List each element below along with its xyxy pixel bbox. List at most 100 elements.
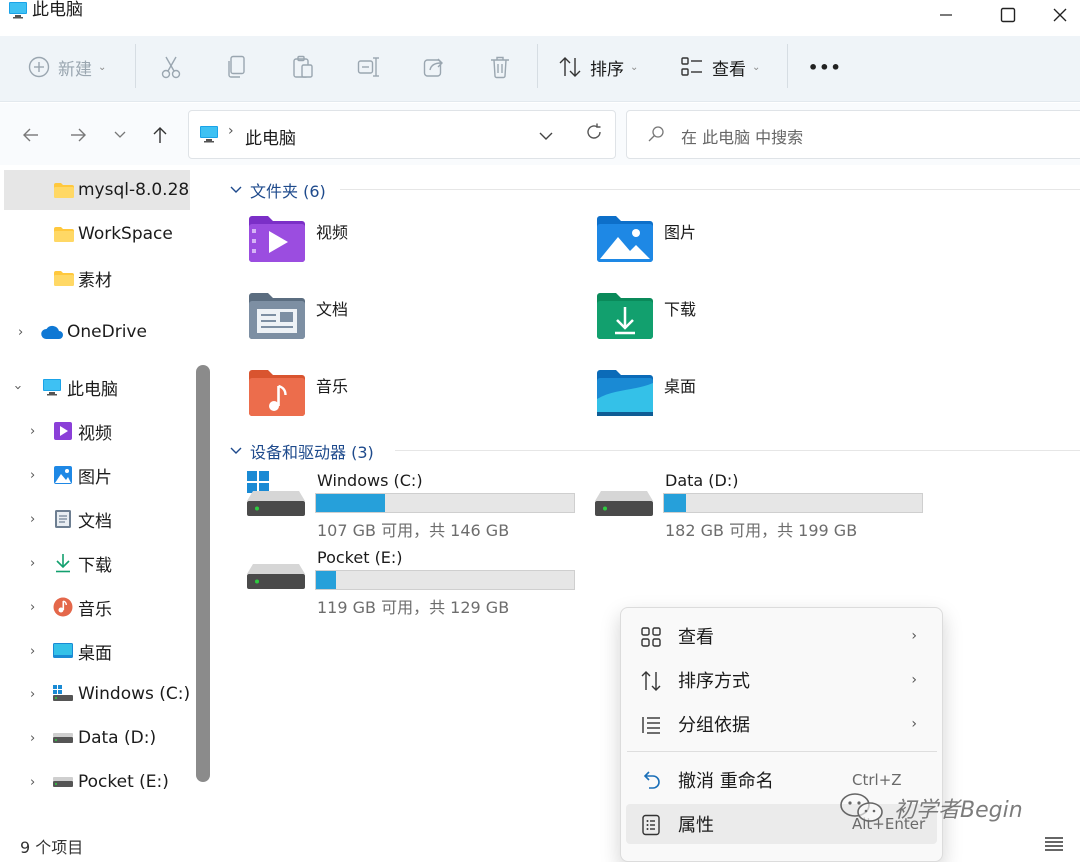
chevron-right-icon[interactable]: › (30, 424, 35, 439)
drive-icon (595, 491, 653, 516)
details-view-button[interactable] (1044, 834, 1064, 857)
sidebar-item-videos[interactable]: › 视频 (0, 411, 192, 451)
drive-usage-fill (664, 494, 686, 512)
chevron-right-icon[interactable]: › (30, 512, 35, 527)
paste-button[interactable] (292, 36, 314, 98)
drives-section-header[interactable]: 设备和驱动器 (3) (230, 439, 1080, 463)
documents-folder-icon (249, 293, 305, 339)
sidebar-item-drive-c[interactable]: › Windows (C:) (0, 674, 192, 714)
folder-name: 桌面 (664, 377, 697, 396)
folder-tile-downloads[interactable]: 下载 (596, 292, 696, 340)
sort-icon (641, 671, 661, 691)
cut-button[interactable] (160, 36, 182, 98)
sidebar-item-drive-e[interactable]: › Pocket (E:) (0, 762, 192, 802)
onedrive-cloud-icon (41, 325, 63, 339)
address-bar[interactable]: › 此电脑 (188, 110, 616, 159)
sidebar-item-workspace[interactable]: WorkSpace (0, 214, 192, 254)
breadcrumb-this-pc[interactable]: 此电脑 (245, 124, 296, 149)
properties-icon (642, 814, 660, 836)
close-button[interactable] (1040, 0, 1080, 30)
folder-tile-music[interactable]: 音乐 (248, 369, 348, 417)
sidebar-item-downloads[interactable]: › 下载 (0, 543, 192, 583)
maximize-button[interactable] (978, 0, 1038, 30)
drive-space-info: 107 GB 可用，共 146 GB (317, 521, 510, 540)
folder-tile-videos[interactable]: 视频 (248, 215, 348, 263)
downloads-folder-icon (597, 293, 653, 339)
chevron-right-icon[interactable]: › (30, 600, 35, 615)
close-icon (1053, 8, 1067, 22)
window-title: 此电脑 (32, 0, 83, 20)
delete-button[interactable] (489, 36, 511, 98)
arrow-left-icon (23, 128, 38, 142)
this-pc-icon (8, 1, 28, 24)
sidebar-item-desktop[interactable]: › 桌面 (0, 631, 192, 671)
sidebar-item-pictures[interactable]: › 图片 (0, 455, 192, 495)
share-button[interactable] (423, 36, 445, 98)
chevron-right-icon[interactable]: › (30, 468, 35, 483)
chevron-right-icon[interactable]: › (18, 325, 23, 340)
desktop-folder-icon (597, 370, 653, 416)
navigation-pane: mysql-8.0.28-w WorkSpace 素材 › OneDrive ›… (0, 165, 214, 827)
folder-name: 图片 (664, 223, 697, 242)
chevron-right-icon[interactable]: › (30, 644, 35, 659)
drive-icon (247, 564, 305, 589)
clipboard-icon (293, 55, 313, 78)
chevron-right-icon[interactable]: › (30, 775, 35, 790)
folder-name: 下载 (664, 300, 697, 319)
this-pc-icon (43, 379, 61, 396)
refresh-icon (587, 123, 601, 139)
menu-item-sort-by[interactable]: 排序方式 › (626, 660, 937, 700)
item-count: 9 个项目 (20, 838, 84, 857)
folders-section-header[interactable]: 文件夹 (6) (230, 178, 1080, 202)
more-options-button[interactable]: ••• (808, 36, 842, 98)
menu-item-label: 查看 (678, 627, 714, 648)
chevron-down-icon (539, 132, 553, 140)
sidebar-item-materials[interactable]: 素材 (0, 258, 192, 298)
folder-name: 音乐 (316, 377, 349, 396)
drive-tile-c[interactable]: Windows (C:) 107 GB 可用，共 146 GB (247, 471, 577, 541)
new-button[interactable]: 新建 ⌄ (28, 36, 106, 98)
sidebar-item-this-pc[interactable]: › 此电脑 (0, 367, 192, 407)
rename-button[interactable] (357, 36, 381, 98)
sidebar-item-mysql[interactable]: mysql-8.0.28-w (4, 170, 190, 210)
back-button[interactable] (17, 121, 45, 149)
chevron-right-icon[interactable]: › (30, 731, 35, 746)
sidebar-item-label: OneDrive (67, 322, 147, 342)
sort-button[interactable]: 排序 ⌄ (558, 36, 638, 98)
chevron-down-icon[interactable]: › (10, 384, 25, 389)
sidebar-item-music[interactable]: › 音乐 (0, 587, 192, 627)
sidebar-item-drive-d[interactable]: › Data (D:) (0, 718, 192, 758)
drive-usage-bar (315, 570, 575, 590)
sidebar-item-label: 图片 (78, 467, 112, 488)
folder-tile-pictures[interactable]: 图片 (596, 215, 696, 263)
copy-icon (228, 55, 245, 78)
folder-tile-documents[interactable]: 文档 (248, 292, 348, 340)
sort-label: 排序 (590, 59, 624, 80)
up-button[interactable] (146, 121, 174, 149)
menu-item-view[interactable]: 查看 › (626, 616, 937, 656)
drive-tile-e[interactable]: Pocket (E:) 119 GB 可用，共 129 GB (247, 548, 577, 618)
chevron-right-icon[interactable]: › (30, 687, 35, 702)
drive-tile-d[interactable]: Data (D:) 182 GB 可用，共 199 GB (595, 471, 925, 541)
search-box[interactable]: 在 此电脑 中搜索 (626, 110, 1080, 159)
minimize-icon (940, 14, 952, 16)
sidebar-item-label: 视频 (78, 423, 112, 444)
copy-button[interactable] (227, 36, 247, 98)
menu-item-group-by[interactable]: 分组依据 › (626, 704, 937, 744)
refresh-button[interactable] (585, 123, 603, 146)
forward-button[interactable] (64, 121, 92, 149)
sidebar-scrollbar[interactable] (196, 365, 210, 782)
sidebar-item-onedrive[interactable]: › OneDrive (0, 312, 192, 352)
minimize-button[interactable] (916, 0, 976, 30)
sidebar-item-documents[interactable]: › 文档 (0, 499, 192, 539)
chevron-right-icon: › (911, 628, 917, 644)
address-dropdown-button[interactable] (539, 126, 553, 146)
chevron-down-icon (230, 186, 242, 193)
view-button[interactable]: 查看 ⌄ (680, 36, 760, 98)
folder-tile-desktop[interactable]: 桌面 (596, 369, 696, 417)
download-icon (56, 554, 70, 573)
documents-icon (55, 510, 71, 528)
sidebar-item-label: Windows (C:) (78, 684, 191, 704)
recent-locations-button[interactable] (106, 121, 134, 149)
chevron-right-icon[interactable]: › (30, 556, 35, 571)
